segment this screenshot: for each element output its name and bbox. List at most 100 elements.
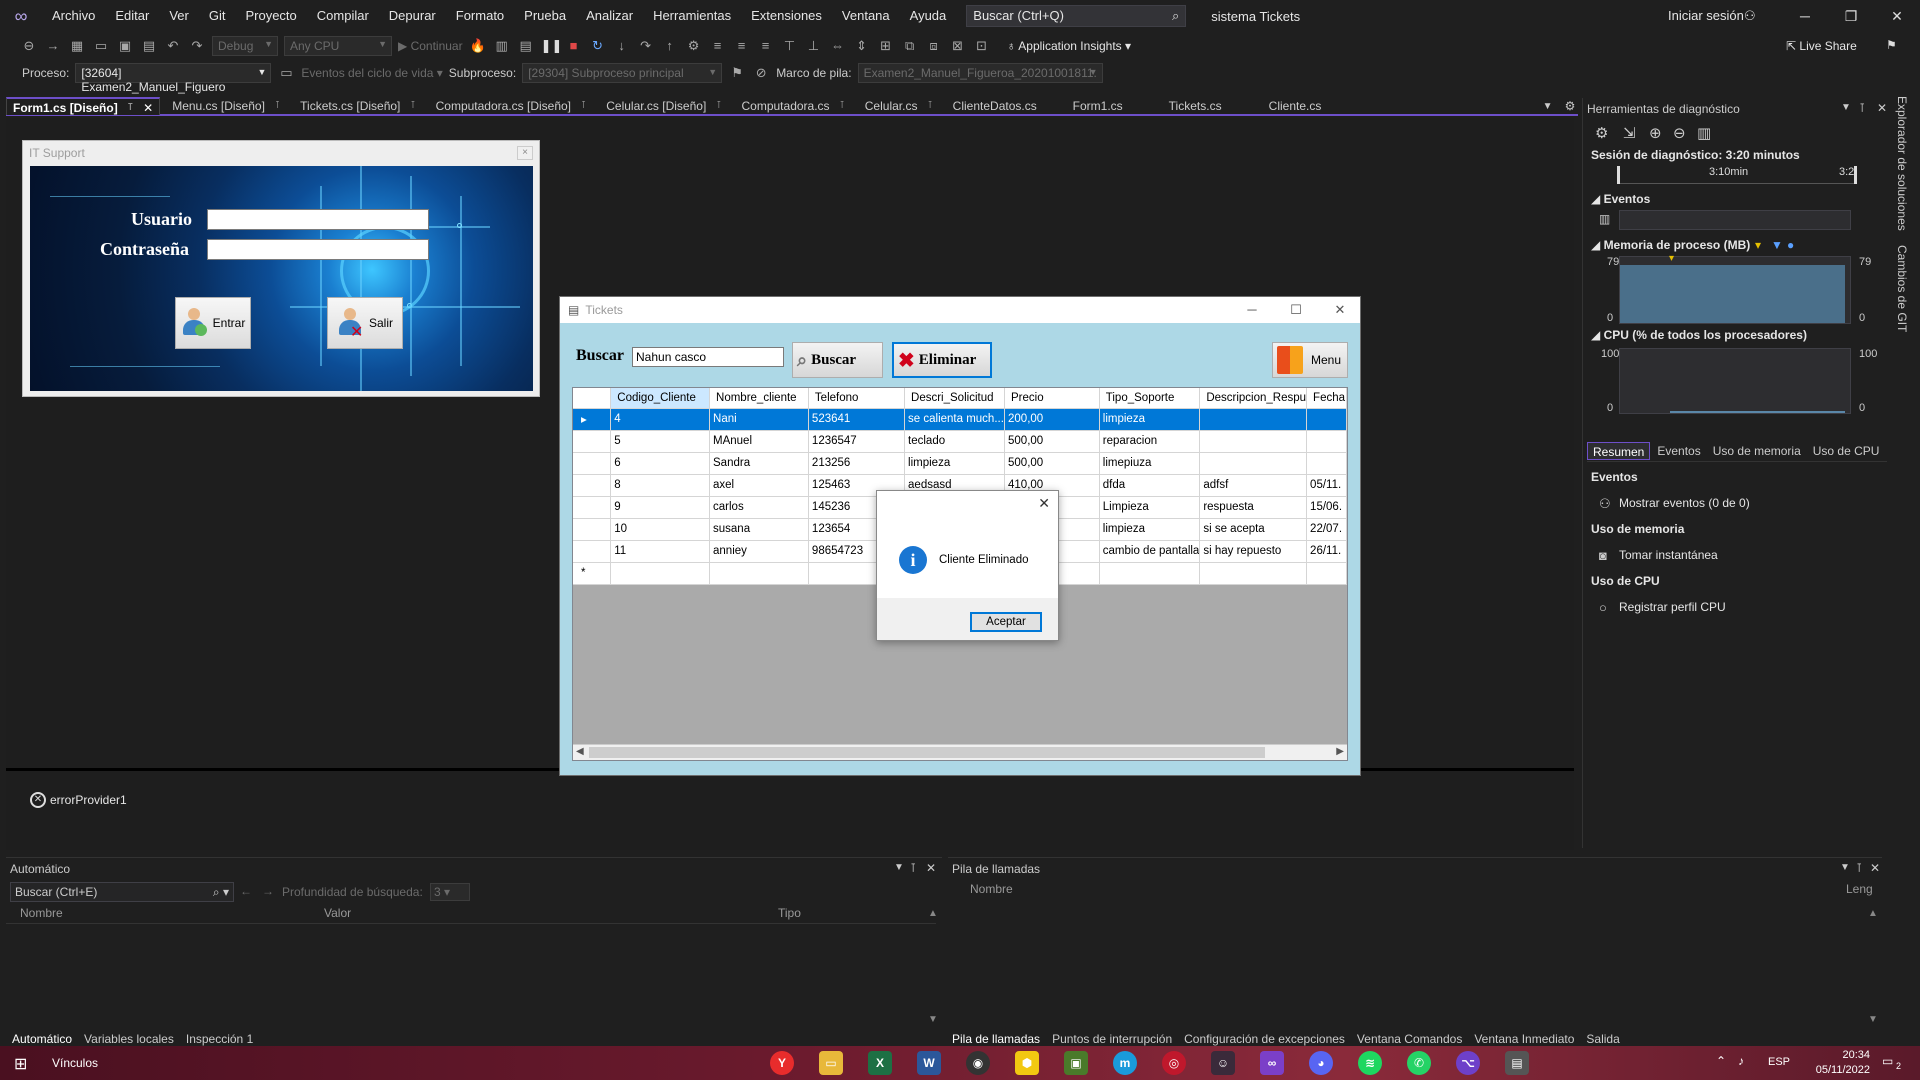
user-input[interactable] — [207, 209, 429, 230]
zoom-in-icon[interactable]: ⊕ — [1649, 124, 1662, 142]
table-cell[interactable]: teclado — [904, 430, 1006, 453]
tab-order-icon[interactable]: ⊠ — [949, 37, 967, 55]
table-row[interactable]: 5 MAnuel 1236547 teclado 500,00 reparaci… — [573, 430, 1347, 453]
scroll-down-icon[interactable]: ▼ — [1868, 1014, 1878, 1025]
menu-editar[interactable]: Editar — [105, 0, 159, 32]
bring-front-icon[interactable]: ⧉ — [901, 37, 919, 55]
tray-chevron-icon[interactable]: ⌃ — [1716, 1054, 1726, 1068]
search-depth-select[interactable]: 3 ▾ — [430, 883, 470, 901]
table-cell[interactable] — [709, 562, 809, 585]
ok-button[interactable]: Aceptar — [970, 612, 1042, 632]
memory-section[interactable]: ◢ Memoria de proceso (MB) — [1591, 238, 1750, 252]
sign-in-link[interactable]: Iniciar sesión — [1668, 0, 1744, 32]
table-row[interactable]: ▸ 4 Nani 523641 se calienta much... 200,… — [573, 408, 1347, 431]
tab-breakpoints[interactable]: Puntos de interrupción — [1052, 1032, 1172, 1046]
pin-icon[interactable]: ⊺ — [410, 97, 415, 115]
login-form[interactable]: IT Support × Usuario Contraseña Entrar ✕… — [22, 140, 540, 397]
table-cell[interactable]: 4 — [610, 408, 711, 431]
row-header[interactable] — [573, 430, 612, 453]
table-cell[interactable] — [1099, 562, 1201, 585]
menu-herramientas[interactable]: Herramientas — [643, 0, 741, 32]
tab-output[interactable]: Salida — [1586, 1032, 1619, 1046]
maximize-button[interactable]: ☐ — [1274, 297, 1318, 323]
row-header[interactable] — [573, 540, 612, 563]
table-cell[interactable]: 213256 — [808, 452, 906, 475]
side-tab-git-changes[interactable]: Cambios de GIT — [1895, 245, 1909, 332]
application-insights-button[interactable]: ♁ Application Insights ▾ — [1007, 39, 1131, 53]
tab-tickets-design[interactable]: Tickets.cs [Diseño] ⊺ — [294, 97, 421, 115]
spotify-icon[interactable]: ≋ — [1358, 1051, 1382, 1075]
tab-immediate-window[interactable]: Ventana Inmediato — [1474, 1032, 1574, 1046]
table-cell[interactable]: MAnuel — [709, 430, 809, 453]
minecraft-icon[interactable]: ▣ — [1064, 1051, 1088, 1075]
tab-exception-settings[interactable]: Configuración de excepciones — [1184, 1032, 1345, 1046]
table-cell[interactable]: limpieza — [904, 452, 1006, 475]
align-left-icon[interactable]: ≡ — [709, 37, 727, 55]
scroll-left-icon[interactable]: ◀ — [576, 746, 584, 757]
column-header-language[interactable]: Leng — [1846, 882, 1873, 896]
new-project-icon[interactable]: ▦ — [68, 37, 86, 55]
whatsapp-icon[interactable]: ✆ — [1407, 1051, 1431, 1075]
save-icon[interactable]: ▣ — [116, 37, 134, 55]
table-cell[interactable] — [1199, 430, 1308, 453]
delete-button[interactable]: ✖ Eliminar — [892, 342, 992, 378]
open-folder-icon[interactable]: ▭ — [92, 37, 110, 55]
column-header[interactable]: Tipo_Soporte — [1099, 388, 1201, 409]
stack-frame-select[interactable]: Examen2_Manuel_Figueroa_20201001811. ▼ — [857, 63, 1103, 83]
close-button[interactable]: ✕ — [1318, 297, 1362, 323]
table-cell[interactable]: 523641 — [808, 408, 906, 431]
table-cell[interactable] — [1306, 408, 1347, 431]
close-icon[interactable]: ✕ — [143, 99, 153, 115]
menu-depurar[interactable]: Depurar — [379, 0, 446, 32]
language-indicator[interactable]: ESP — [1768, 1056, 1790, 1068]
close-icon[interactable]: × — [517, 146, 533, 160]
tab-celular-design[interactable]: Celular.cs [Diseño] ⊺ — [600, 97, 727, 115]
github-desktop-icon[interactable]: ⌥ — [1456, 1051, 1480, 1075]
row-indicator-icon[interactable]: ▸ — [573, 408, 612, 431]
pause-events-icon[interactable]: ▥ — [1599, 212, 1610, 226]
tab-computadora-design[interactable]: Computadora.cs [Diseño] ⊺ — [430, 97, 593, 115]
step-into-icon[interactable]: ↓ — [613, 37, 631, 55]
table-cell[interactable] — [1199, 562, 1308, 585]
process-select[interactable]: [32604] Examen2_Manuel_Figuero ▼ — [75, 63, 272, 94]
show-events-link[interactable]: Mostrar eventos (0 de 0) — [1619, 496, 1750, 510]
row-header[interactable] — [573, 452, 612, 475]
pin-icon[interactable]: ⊺ — [840, 97, 845, 115]
running-form-app-icon[interactable]: ▤ — [1505, 1051, 1529, 1075]
settings-icon[interactable]: ⚙ — [1595, 124, 1608, 142]
column-header[interactable]: Precio — [1004, 388, 1100, 409]
pause-icon[interactable]: ❚❚ — [541, 37, 563, 55]
close-icon[interactable]: ✕ — [1870, 861, 1880, 875]
table-cell[interactable]: adfsf — [1199, 474, 1308, 497]
timeline-ruler[interactable]: 3:10min 3:2 — [1617, 166, 1857, 184]
spacing-icon[interactable]: ⇔ — [829, 37, 847, 55]
tab-tickets-cs[interactable]: Tickets.cs — [1163, 97, 1263, 115]
account-icon[interactable]: ⚇ — [1744, 8, 1756, 24]
column-header[interactable]: Nombre_cliente — [709, 388, 809, 409]
table-cell[interactable]: carlos — [709, 496, 809, 519]
record-cpu-profile-link[interactable]: Registrar perfil CPU — [1619, 600, 1726, 614]
table-cell[interactable]: anniey — [709, 540, 809, 563]
forward-icon[interactable]: → — [44, 37, 62, 55]
table-cell[interactable]: cambio de pantalla — [1099, 540, 1201, 563]
table-cell[interactable]: 10 — [610, 518, 711, 541]
global-search-input[interactable]: Buscar (Ctrl+Q) ⌕ — [966, 5, 1187, 27]
table-cell[interactable]: Sandra — [709, 452, 809, 475]
table-cell[interactable] — [1306, 562, 1347, 585]
feedback-icon[interactable]: ⚑ — [1886, 38, 1897, 52]
stop-icon[interactable]: ■ — [565, 37, 583, 55]
menu-git[interactable]: Git — [199, 0, 236, 32]
autos-search-input[interactable]: Buscar (Ctrl+E) ⌕ ▾ — [10, 882, 234, 902]
pin-icon[interactable]: ⊺ — [1856, 861, 1862, 875]
red-app-icon[interactable]: ◎ — [1162, 1051, 1186, 1075]
size-icon[interactable]: ⇕ — [853, 37, 871, 55]
zoom-out-icon[interactable]: ⊖ — [1673, 124, 1686, 142]
clock[interactable]: 20:34 05/11/2022 — [1800, 1048, 1870, 1078]
tab-clientedatos-cs[interactable]: ClienteDatos.cs — [947, 97, 1067, 115]
minimize-button[interactable]: ─ — [1782, 0, 1828, 32]
scroll-down-icon[interactable]: ▼ — [928, 1014, 938, 1025]
exit-button[interactable]: ✕ Salir — [327, 297, 403, 349]
menu-ver[interactable]: Ver — [159, 0, 199, 32]
app-cube-icon[interactable]: ⬢ — [1015, 1051, 1039, 1075]
message-box[interactable]: ✕ i Cliente Eliminado Aceptar — [876, 490, 1059, 641]
